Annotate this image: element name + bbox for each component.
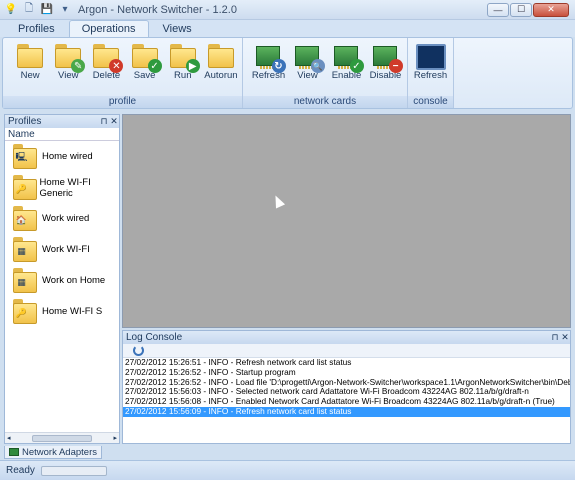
- dropdown-icon[interactable]: ▾: [58, 3, 72, 17]
- network-card-enable-icon: ✓: [332, 44, 364, 73]
- enable-network-card-button[interactable]: ✓ Enable: [327, 40, 366, 98]
- button-label: Autorun: [204, 70, 238, 81]
- close-icon[interactable]: ✕: [560, 332, 570, 343]
- scroll-left-icon[interactable]: ◂: [7, 434, 11, 442]
- network-card-refresh-icon: ↻: [254, 44, 286, 73]
- log-console-panel: Log Console ⊓ ✕ 27/02/2012 15:26:51 - IN…: [122, 330, 571, 444]
- profile-label: Home WI-FI S: [42, 306, 103, 317]
- profile-label: Work WI-FI: [42, 244, 90, 255]
- tab-label: Network Adapters: [22, 446, 97, 458]
- close-icon[interactable]: ✕: [109, 116, 119, 127]
- profile-item[interactable]: 🏠 Work wired: [5, 203, 119, 234]
- folder-autorun-icon: [206, 44, 236, 70]
- window-controls: — ☐ ✕: [487, 2, 575, 17]
- refresh-console-button[interactable]: Refresh: [411, 40, 450, 98]
- tab-views[interactable]: Views: [151, 21, 204, 37]
- folder-save-icon: ✓: [130, 44, 162, 73]
- bottom-tabs: Network Adapters: [4, 446, 571, 460]
- profiles-panel-header: Profiles ⊓ ✕: [5, 115, 119, 128]
- ribbon-tabs: Profiles Operations Views: [0, 20, 575, 37]
- view-profile-button[interactable]: ✎ View: [49, 40, 87, 98]
- maximize-button[interactable]: ☐: [510, 2, 532, 17]
- save-icon[interactable]: 💾: [40, 3, 54, 17]
- log-toolbar: [123, 344, 570, 358]
- log-line[interactable]: 27/02/2012 15:26:52 - INFO - Startup pro…: [123, 368, 570, 378]
- tab-operations[interactable]: Operations: [68, 20, 149, 37]
- profile-wifi-icon: 🔑: [11, 174, 37, 201]
- profile-label: Home wired: [42, 151, 93, 162]
- profile-item[interactable]: 🔑 Home WI-FI S: [5, 296, 119, 327]
- scroll-right-icon[interactable]: ▸: [113, 434, 117, 442]
- log-line-selected[interactable]: 27/02/2012 15:56:09 - INFO - Refresh net…: [123, 406, 570, 417]
- folder-edit-icon: ✎: [53, 44, 86, 73]
- network-adapter-icon: [9, 448, 19, 456]
- tab-profiles[interactable]: Profiles: [6, 21, 67, 37]
- button-label: New: [20, 70, 40, 81]
- folder-run-icon: ▶: [168, 44, 200, 73]
- panel-title: Log Console: [126, 332, 183, 343]
- profile-work-icon: 🏠: [11, 205, 39, 232]
- profile-label: Work on Home: [42, 275, 106, 286]
- minimize-button[interactable]: —: [487, 2, 509, 17]
- network-card-disable-icon: −: [371, 44, 403, 73]
- ribbon: New ✎ View ✕ Delete ✓ Save ▶ Run Autorun…: [2, 37, 573, 109]
- log-line[interactable]: 27/02/2012 15:56:03 - INFO - Selected ne…: [123, 387, 570, 397]
- disable-network-card-button[interactable]: − Disable: [366, 40, 405, 98]
- folder-new-icon: [15, 44, 45, 70]
- view-network-card-button[interactable]: 🔍 View: [288, 40, 327, 98]
- status-text: Ready: [6, 465, 35, 476]
- save-profile-button[interactable]: ✓ Save: [126, 40, 164, 98]
- profile-item[interactable]: 🖳 Home wired: [5, 141, 119, 172]
- scrollbar-thumb[interactable]: [32, 434, 92, 442]
- group-label-console: console: [408, 96, 453, 108]
- profile-group: New ✎ View ✕ Delete ✓ Save ▶ Run Autorun…: [3, 38, 243, 108]
- log-console-header: Log Console ⊓ ✕: [123, 331, 570, 344]
- group-label-network-cards: network cards: [243, 96, 407, 108]
- main-document-area[interactable]: [122, 114, 571, 328]
- network-cards-group: ↻ Refresh 🔍 View ✓ Enable − Disable netw…: [243, 38, 408, 108]
- quick-access-toolbar: 💡 🗋 💾 ▾: [0, 3, 72, 17]
- title-bar: 💡 🗋 💾 ▾ Argon - Network Switcher - 1.2.0…: [0, 0, 575, 20]
- button-label: Refresh: [413, 70, 448, 81]
- horizontal-scrollbar[interactable]: ◂ ▸: [5, 432, 119, 443]
- profile-label: Work wired: [42, 213, 90, 224]
- pin-icon[interactable]: ⊓: [99, 116, 109, 127]
- log-line[interactable]: 27/02/2012 15:26:51 - INFO - Refresh net…: [123, 358, 570, 368]
- log-line[interactable]: 27/02/2012 15:56:08 - INFO - Enabled Net…: [123, 397, 570, 407]
- log-line[interactable]: 27/02/2012 15:26:52 - INFO - Load file '…: [123, 378, 570, 388]
- new-file-icon[interactable]: 🗋: [22, 3, 36, 17]
- group-label-profile: profile: [3, 96, 242, 108]
- new-profile-button[interactable]: New: [11, 40, 49, 98]
- refresh-icon[interactable]: [133, 345, 144, 356]
- profile-item[interactable]: ▦ Work on Home: [5, 265, 119, 296]
- autorun-profile-button[interactable]: Autorun: [202, 40, 240, 98]
- console-group: Refresh console: [408, 38, 454, 108]
- mouse-cursor-icon: [270, 193, 286, 209]
- profile-wifi-icon: ▦: [11, 267, 39, 294]
- network-card-view-icon: 🔍: [293, 44, 325, 73]
- panel-title: Profiles: [8, 116, 42, 127]
- status-progress-bar: [40, 465, 107, 476]
- profile-label: Home WI-FI Generic: [39, 176, 91, 199]
- lightbulb-icon[interactable]: 💡: [4, 3, 18, 17]
- log-list[interactable]: 27/02/2012 15:26:51 - INFO - Refresh net…: [123, 358, 570, 417]
- delete-profile-button[interactable]: ✕ Delete: [87, 40, 125, 98]
- profile-wired-icon: 🖳: [11, 143, 39, 170]
- profiles-panel: Profiles ⊓ ✕ Name 🖳 Home wired 🔑 Home WI…: [4, 114, 120, 444]
- window-title: Argon - Network Switcher - 1.2.0: [78, 3, 237, 16]
- column-header-name[interactable]: Name: [5, 128, 119, 141]
- pin-icon[interactable]: ⊓: [550, 332, 560, 343]
- profile-item[interactable]: ▦ Work WI-FI: [5, 234, 119, 265]
- profile-item[interactable]: 🔑 Home WI-FI Generic: [5, 172, 119, 203]
- status-bar: Ready: [0, 460, 575, 480]
- profile-wifi-icon: 🔑: [11, 298, 39, 325]
- profile-wifi-icon: ▦: [11, 236, 39, 263]
- console-refresh-icon: [415, 44, 446, 70]
- refresh-network-cards-button[interactable]: ↻ Refresh: [249, 40, 288, 98]
- run-profile-button[interactable]: ▶ Run: [164, 40, 202, 98]
- tab-network-adapters[interactable]: Network Adapters: [4, 446, 102, 459]
- folder-delete-icon: ✕: [91, 44, 124, 73]
- close-button[interactable]: ✕: [533, 2, 569, 17]
